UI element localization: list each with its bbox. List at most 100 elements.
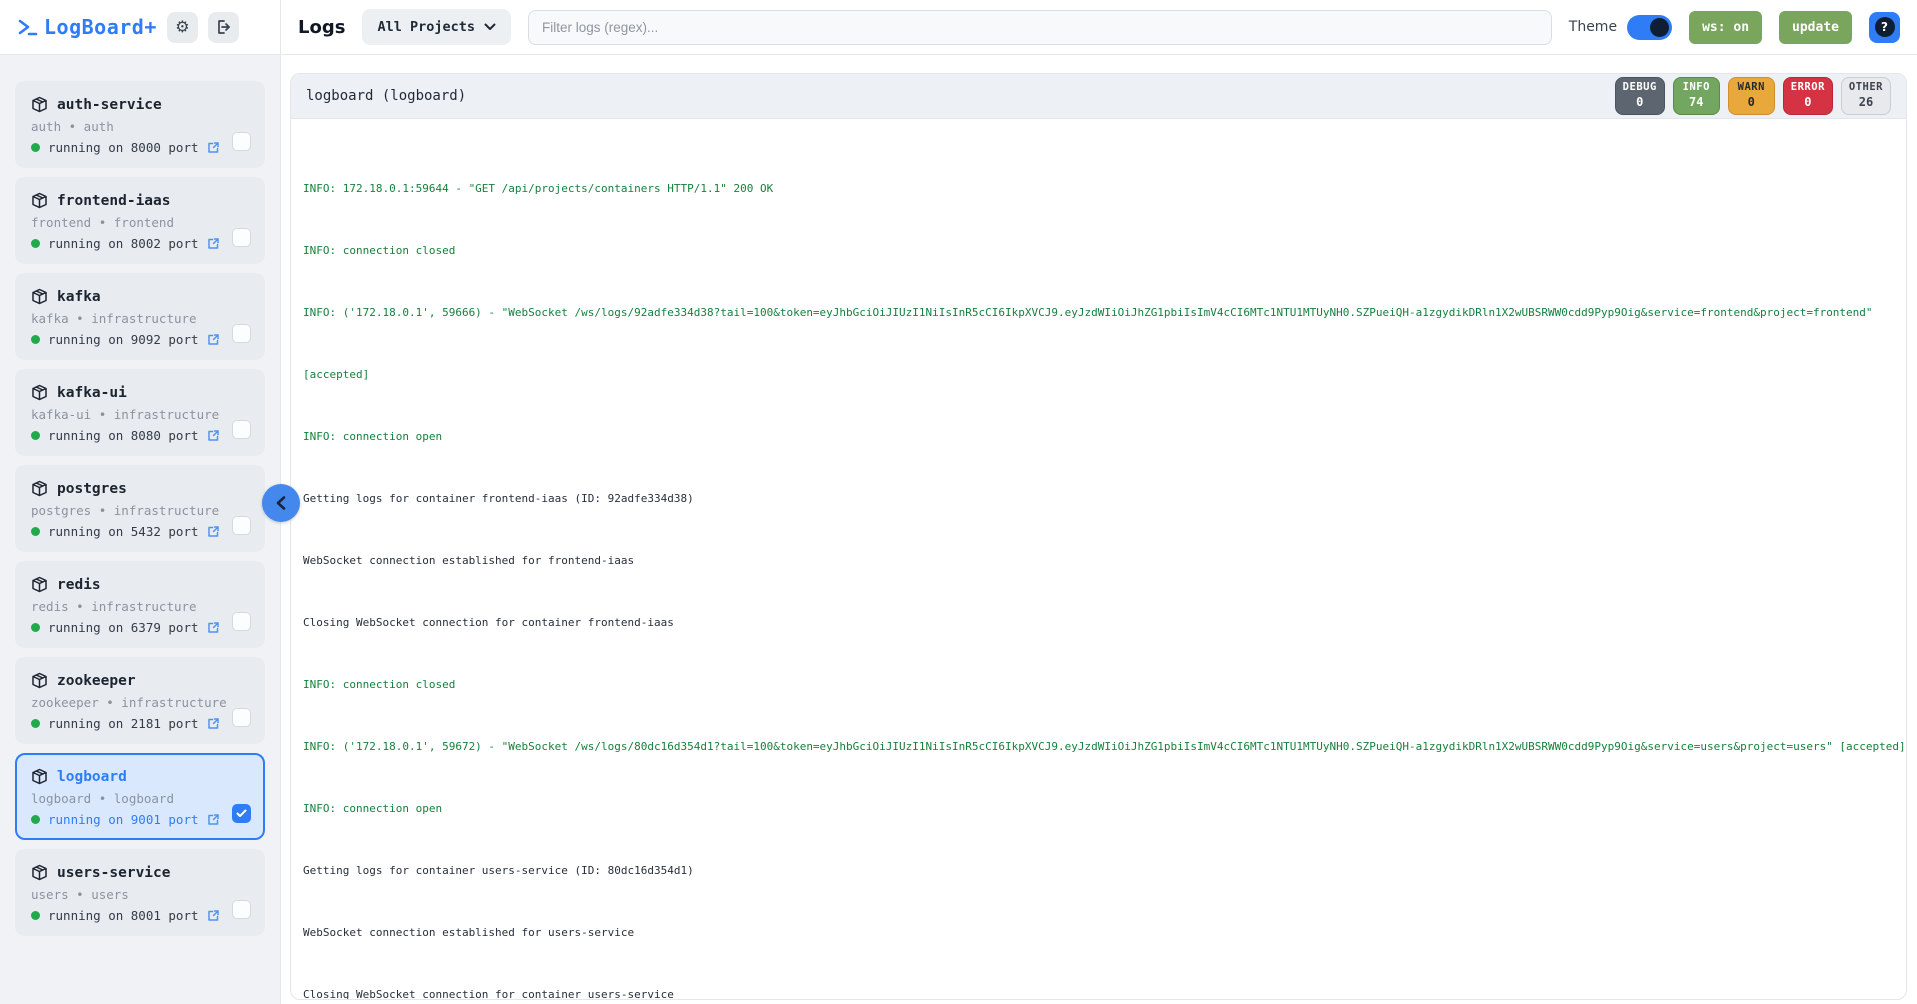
external-link-icon[interactable]	[207, 909, 220, 922]
app-logo: LogBoard+	[16, 15, 157, 39]
service-checkbox[interactable]	[232, 132, 251, 151]
service-card[interactable]: postgres postgres • infrastructure runni…	[15, 465, 265, 552]
update-button[interactable]: update	[1779, 11, 1852, 44]
service-status-text: running on 9001 port	[48, 812, 199, 827]
package-icon	[31, 384, 48, 401]
service-name: kafka	[57, 289, 101, 305]
service-name: zookeeper	[57, 673, 136, 689]
service-card[interactable]: auth-service auth • auth running on 8000…	[15, 81, 265, 168]
log-line: WebSocket connection established for use…	[303, 925, 1906, 941]
badge-count: 0	[1791, 95, 1825, 111]
page-title: Logs	[298, 17, 345, 38]
log-level-badge[interactable]: OTHER 26	[1841, 77, 1891, 114]
service-name: logboard	[57, 769, 127, 785]
log-line: WebSocket connection established for fro…	[303, 553, 1906, 569]
service-card[interactable]: frontend-iaas frontend • frontend runnin…	[15, 177, 265, 264]
service-name-row: auth-service	[31, 96, 249, 113]
badge-count: 26	[1849, 95, 1883, 111]
service-status-row: running on 5432 port	[31, 524, 249, 539]
brand-area: LogBoard+ ⚙	[0, 0, 281, 54]
log-panel-title: logboard (logboard)	[306, 88, 466, 104]
badge-label: INFO	[1681, 81, 1712, 95]
external-link-icon[interactable]	[207, 333, 220, 346]
service-name-row: kafka-ui	[31, 384, 249, 401]
service-subtitle: logboard • logboard	[31, 791, 249, 806]
service-card[interactable]: kafka kafka • infrastructure running on …	[15, 273, 265, 360]
log-level-badge[interactable]: INFO 74	[1673, 77, 1720, 114]
theme-control: Theme	[1569, 15, 1672, 40]
websocket-status-button[interactable]: ws: on	[1689, 11, 1762, 44]
service-checkbox[interactable]	[232, 420, 251, 439]
theme-toggle[interactable]	[1627, 15, 1672, 40]
badge-label: WARN	[1736, 81, 1767, 95]
service-checkbox[interactable]	[232, 516, 251, 535]
service-name-row: postgres	[31, 480, 249, 497]
service-checkbox[interactable]	[232, 228, 251, 247]
external-link-icon[interactable]	[207, 525, 220, 538]
running-status-dot	[31, 431, 40, 440]
service-checkbox[interactable]	[232, 708, 251, 727]
terminal-prompt-icon	[16, 16, 38, 38]
service-status-text: running on 5432 port	[48, 524, 199, 539]
logout-button[interactable]	[208, 12, 239, 43]
service-card[interactable]: kafka-ui kafka-ui • infrastructure runni…	[15, 369, 265, 456]
log-output[interactable]: INFO: 172.18.0.1:59644 - "GET /api/proje…	[291, 119, 1906, 999]
service-status-text: running on 9092 port	[48, 332, 199, 347]
gear-icon: ⚙	[175, 19, 189, 35]
log-filter-input[interactable]	[528, 10, 1552, 45]
theme-toggle-knob	[1650, 18, 1669, 37]
log-panel: logboard (logboard) DEBUG 0 INFO 74 WARN	[290, 73, 1907, 1000]
service-card[interactable]: users-service users • users running on 8…	[15, 849, 265, 936]
log-line: INFO: connection closed	[303, 243, 1906, 259]
log-level-badge[interactable]: ERROR 0	[1783, 77, 1833, 114]
service-subtitle: zookeeper • infrastructure	[31, 695, 249, 710]
service-checkbox[interactable]	[232, 900, 251, 919]
package-icon	[31, 192, 48, 209]
service-status-row: running on 8002 port	[31, 236, 249, 251]
badge-count: 0	[1623, 95, 1657, 111]
service-checkbox[interactable]	[232, 612, 251, 631]
log-line: INFO: ('172.18.0.1', 59666) - "WebSocket…	[303, 305, 1906, 321]
service-status-row: running on 8000 port	[31, 140, 249, 155]
service-name-row: redis	[31, 576, 249, 593]
project-filter-dropdown[interactable]: All Projects	[362, 9, 511, 45]
badge-count: 74	[1681, 95, 1712, 111]
help-button[interactable]: ?	[1869, 12, 1900, 43]
log-level-badge[interactable]: WARN 0	[1728, 77, 1775, 114]
package-icon	[31, 576, 48, 593]
service-card[interactable]: logboard logboard • logboard running on …	[15, 753, 265, 840]
service-checkbox[interactable]	[232, 804, 251, 823]
log-level-badge[interactable]: DEBUG 0	[1615, 77, 1665, 114]
sidebar-collapse-button[interactable]	[262, 484, 300, 522]
log-line: INFO: connection closed	[303, 677, 1906, 693]
question-mark-icon: ?	[1875, 17, 1895, 37]
external-link-icon[interactable]	[207, 621, 220, 634]
sign-out-icon	[215, 19, 231, 35]
badge-label: DEBUG	[1623, 81, 1657, 95]
badge-label: ERROR	[1791, 81, 1825, 95]
service-name: users-service	[57, 865, 171, 881]
service-status-text: running on 8001 port	[48, 908, 199, 923]
service-name: postgres	[57, 481, 127, 497]
service-status-row: running on 8001 port	[31, 908, 249, 923]
running-status-dot	[31, 335, 40, 344]
package-icon	[31, 480, 48, 497]
service-card[interactable]: redis redis • infrastructure running on …	[15, 561, 265, 648]
service-subtitle: frontend • frontend	[31, 215, 249, 230]
external-link-icon[interactable]	[207, 813, 220, 826]
services-sidebar: auth-service auth • auth running on 8000…	[0, 55, 281, 1004]
settings-button[interactable]: ⚙	[167, 12, 198, 43]
package-icon	[31, 864, 48, 881]
external-link-icon[interactable]	[207, 717, 220, 730]
service-name-row: frontend-iaas	[31, 192, 249, 209]
service-subtitle: auth • auth	[31, 119, 249, 134]
service-card[interactable]: zookeeper zookeeper • infrastructure run…	[15, 657, 265, 744]
service-checkbox[interactable]	[232, 324, 251, 343]
service-status-row: running on 2181 port	[31, 716, 249, 731]
package-icon	[31, 288, 48, 305]
badge-label: OTHER	[1849, 81, 1883, 95]
external-link-icon[interactable]	[207, 429, 220, 442]
external-link-icon[interactable]	[207, 141, 220, 154]
external-link-icon[interactable]	[207, 237, 220, 250]
running-status-dot	[31, 623, 40, 632]
